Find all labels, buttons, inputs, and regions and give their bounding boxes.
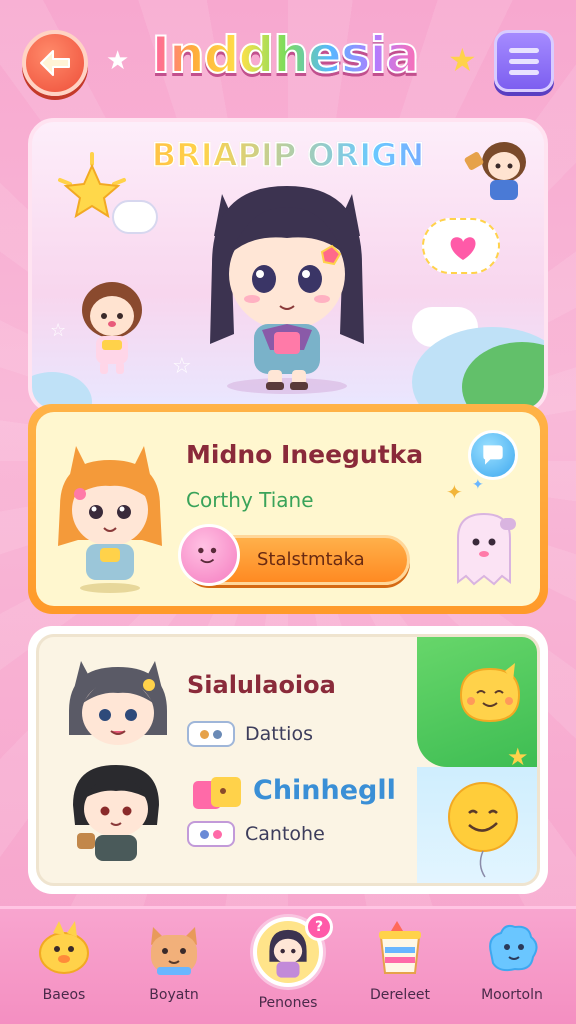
heart-icon (450, 237, 476, 260)
chat-bubble-icon[interactable] (468, 430, 518, 480)
bottom-navigation: Baeos Boyatn ? Penones Dereleet Moortoln (0, 906, 576, 1024)
character-name: Sialulaoioa (187, 671, 336, 699)
thought-bubble (422, 218, 500, 274)
smile-face-icon (198, 547, 217, 564)
duck-graphic (39, 921, 89, 974)
notification-badge: ? (305, 913, 333, 941)
menu-button[interactable] (494, 30, 554, 92)
nav-item-dereleet[interactable]: Dereleet (350, 917, 450, 1003)
stat-row: Dattios (187, 721, 313, 747)
nav-item-boyatn[interactable]: Boyatn (124, 917, 224, 1003)
yellow-cat-blob-icon (459, 663, 521, 723)
sparkle-icon: ✦ (472, 477, 484, 493)
girl-character-left (82, 282, 142, 374)
cloud-icon (112, 200, 158, 234)
back-button[interactable] (22, 30, 88, 96)
dot-icon (213, 729, 222, 739)
stat-label: Cantohe (245, 823, 325, 845)
card-inner: Sialulaoioa Dattios Chinhegll Cantohe ★ (36, 634, 540, 886)
main-character-portrait (210, 186, 364, 394)
duck-icon (33, 917, 95, 979)
nav-label: Moortoln (481, 987, 543, 1003)
nav-item-moortoln[interactable]: Moortoln (462, 917, 562, 1003)
character-subtitle: Corthy Tiane (186, 488, 314, 512)
nav-label: Boyatn (149, 987, 199, 1003)
nav-label: Baeos (42, 987, 86, 1003)
sparkle-icon: ✦ (446, 480, 463, 504)
star-icon: ☆ (50, 320, 67, 341)
pink-blob-icon (178, 524, 240, 586)
page-title: Inddhesia (151, 25, 421, 85)
nav-item-penones[interactable]: ? Penones (238, 913, 338, 1011)
blue-blob-icon (481, 917, 543, 979)
character-card-primary[interactable]: Midno Ineegutka Corthy Tiane Stalstmtaka… (28, 404, 548, 614)
menu-bar (509, 47, 539, 53)
menu-bar (509, 69, 539, 75)
stat-label: Dattios (245, 723, 313, 745)
nav-label: Dereleet (369, 987, 431, 1003)
hero-banner: BRIAPIP ORIGN ☆ ☆ (28, 118, 548, 413)
character-portrait-icon: ? (253, 913, 333, 987)
card-inner: Midno Ineegutka Corthy Tiane Stalstmtaka… (36, 412, 540, 606)
star-icon: ★ (106, 46, 130, 76)
dot-icon (200, 829, 209, 839)
bucket-graphic (379, 921, 421, 974)
character-name-highlight: Chinhegll (253, 775, 396, 806)
ghost-pet-icon (457, 512, 516, 586)
dot-icon (200, 729, 209, 739)
speech-icon (483, 445, 503, 465)
toggle-chip[interactable] (187, 721, 235, 747)
cat-graphic (151, 927, 197, 975)
character-card-secondary[interactable]: Sialulaoioa Dattios Chinhegll Cantohe ★ (28, 626, 548, 894)
star-icon: ★ (448, 41, 477, 79)
cat-girl-avatar (69, 661, 167, 745)
header: ★ Inddhesia ★ (0, 22, 576, 102)
blob-graphic (489, 924, 538, 972)
cat-icon (143, 917, 205, 979)
nav-item-baeos[interactable]: Baeos (14, 917, 114, 1003)
character-name: Midno Ineegutka (186, 440, 424, 469)
star-icon: ★ (507, 743, 529, 771)
dot-icon (213, 829, 222, 839)
star-icon: ☆ (172, 354, 192, 379)
action-button-label: Stalstmtaka (257, 549, 365, 570)
paint-bucket-icon (369, 917, 431, 979)
arrow-left-icon (40, 50, 70, 76)
smiley-balloon-icon (448, 782, 518, 878)
dark-hair-character-avatar (73, 765, 159, 861)
puzzle-icon (193, 777, 241, 809)
stat-row: Cantohe (187, 821, 325, 847)
toggle-chip[interactable] (187, 821, 235, 847)
menu-bar (509, 58, 539, 64)
fox-girl-avatar (58, 446, 162, 593)
nav-label: Penones (258, 995, 318, 1011)
boy-character-right (464, 142, 526, 200)
